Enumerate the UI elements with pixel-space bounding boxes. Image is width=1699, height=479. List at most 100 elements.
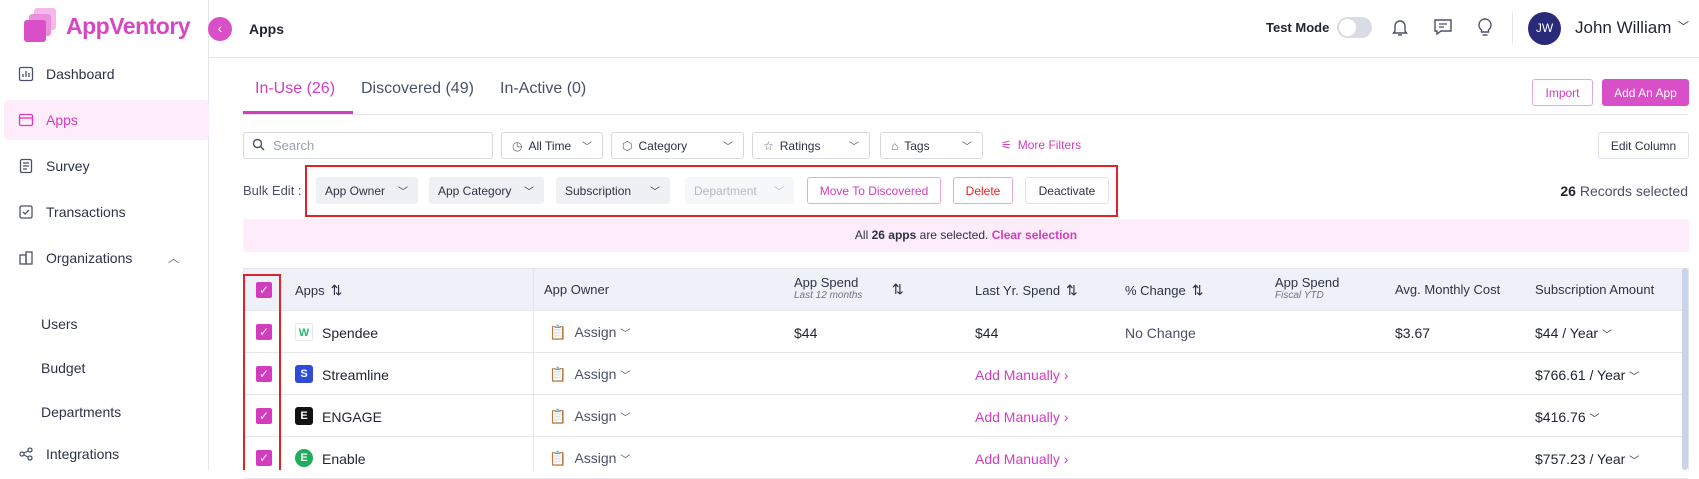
subscription-dropdown[interactable]: Subscription ﹀ — [556, 177, 670, 204]
col-avg: Avg. Monthly Cost — [1395, 282, 1501, 297]
subscription-value: $416.76 — [1535, 409, 1586, 425]
sidebar-item-apps[interactable]: Apps — [4, 100, 209, 140]
test-mode-label: Test Mode — [1266, 20, 1330, 35]
sort-icon[interactable]: ⇅ — [1066, 282, 1078, 298]
sort-icon[interactable]: ⇅ — [892, 281, 904, 298]
subscription-value: $757.23 / Year — [1535, 451, 1626, 467]
sidebar-subitem-departments[interactable]: Departments — [41, 404, 121, 420]
sidebar-item-dashboard[interactable]: Dashboard — [4, 54, 209, 94]
deactivate-button[interactable]: Deactivate — [1025, 177, 1109, 204]
app-category-dropdown[interactable]: App Category ﹀ — [429, 177, 544, 204]
col-last-yr[interactable]: Last Yr. Spend ⇅ — [975, 282, 1078, 299]
assign-owner[interactable]: 📋 Assign ﹀ — [549, 366, 630, 383]
move-to-discovered-button[interactable]: Move To Discovered — [807, 177, 941, 204]
table-row[interactable]: ✓ S Streamline 📋 Assign ﹀ Add Manually › … — [244, 353, 1688, 395]
sidebar-item-integrations[interactable]: Integrations — [4, 434, 209, 474]
col-sub-amount: Subscription Amount — [1535, 282, 1655, 297]
tab-discovered[interactable]: Discovered (49) — [361, 80, 474, 98]
sidebar-item-organizations[interactable]: Organizations ︿ — [4, 238, 209, 278]
sidebar-item-label: Apps — [46, 112, 78, 128]
col-change[interactable]: % Change ⇅ — [1125, 282, 1203, 299]
assign-owner[interactable]: 📋 Assign ﹀ — [549, 450, 630, 467]
add-manually-label: Add Manually — [975, 451, 1060, 467]
sort-icon[interactable]: ⇅ — [331, 282, 343, 298]
chevron-down-icon: ﹀ — [620, 413, 631, 424]
table-row[interactable]: ✓ W Spendee 📋 Assign ﹀ $44 $44 No Change … — [244, 311, 1688, 353]
assign-owner[interactable]: 📋 Assign ﹀ — [549, 324, 630, 341]
chevron-down-icon: ﹀ — [620, 371, 631, 382]
search-input[interactable]: Search — [243, 132, 493, 159]
sidebar-subitem-budget[interactable]: Budget — [41, 360, 85, 376]
share-icon — [16, 444, 36, 464]
sidebar-item-label: Organizations — [46, 250, 133, 266]
chevron-up-icon[interactable]: ︿ — [168, 250, 179, 266]
engage-logo: E — [295, 407, 313, 425]
enable-logo: E — [295, 449, 313, 467]
app-name[interactable]: Spendee — [322, 325, 378, 341]
add-manually-link[interactable]: Add Manually › — [975, 367, 1068, 383]
chevron-down-icon: ﹀ — [620, 455, 631, 466]
app-name[interactable]: ENGAGE — [322, 409, 382, 425]
tags-filter[interactable]: ⌂ Tags ﹀ — [880, 132, 983, 159]
category-filter[interactable]: ⬡ Category ﹀ — [611, 132, 744, 159]
tab-in-use[interactable]: In-Use (26) — [255, 80, 335, 98]
table-row[interactable]: ✓ E ENGAGE 📋 Assign ﹀ Add Manually › $416… — [244, 395, 1688, 437]
clock-icon: ◷ — [512, 138, 523, 153]
sidebar: AppVentory Dashboard Apps Survey Transac… — [0, 0, 209, 470]
col-owner: App Owner — [544, 282, 610, 297]
col-apps[interactable]: Apps ⇅ — [295, 282, 342, 299]
chevron-down-icon: ﹀ — [1629, 456, 1640, 467]
subscription-amount[interactable]: $416.76 ﹀ — [1535, 409, 1600, 425]
chevron-down-icon: ﹀ — [398, 187, 408, 198]
user-name[interactable]: John William — [1575, 18, 1671, 38]
bulk-edit-label: Bulk Edit : — [243, 183, 302, 198]
highlight-box-checkboxes — [243, 274, 281, 470]
ratings-filter[interactable]: ☆ Ratings ﹀ — [752, 132, 870, 159]
dropdown-label: Subscription — [565, 183, 632, 198]
sidebar-item-survey[interactable]: Survey — [4, 146, 209, 186]
import-button[interactable]: Import — [1532, 79, 1593, 106]
assign-label: Assign — [574, 366, 617, 382]
avatar[interactable]: JW — [1528, 12, 1561, 45]
subscription-amount[interactable]: $766.61 / Year ﹀ — [1535, 367, 1639, 383]
logo[interactable]: AppVentory — [24, 8, 191, 44]
table-row[interactable]: ✓ E Enable 📋 Assign ﹀ Add Manually › $757… — [244, 437, 1688, 479]
chat-icon[interactable] — [1432, 16, 1454, 38]
apps-table: ✓ Apps ⇅ App Owner App Spend ⇅ Last 12 mont… — [243, 268, 1689, 479]
lightbulb-icon[interactable] — [1474, 16, 1496, 38]
chevron-right-icon: › — [1063, 451, 1069, 467]
more-filters-label: More Filters — [1017, 138, 1082, 152]
test-mode-toggle[interactable] — [1337, 17, 1372, 38]
time-filter[interactable]: ◷ All Time ﹀ — [501, 132, 603, 159]
clear-selection-link[interactable]: Clear selection — [992, 228, 1077, 242]
add-manually-link[interactable]: Add Manually › — [975, 451, 1068, 467]
collapse-sidebar-button[interactable]: ‹ — [208, 17, 232, 41]
sidebar-item-transactions[interactable]: Transactions — [4, 192, 209, 232]
edit-column-button[interactable]: Edit Column — [1598, 132, 1689, 159]
chevron-down-icon[interactable]: ﹀ — [1678, 18, 1689, 34]
search-icon — [252, 138, 265, 154]
more-filters-button[interactable]: ⚟ More Filters — [1001, 138, 1081, 152]
records-text: Records selected — [1579, 183, 1688, 199]
tab-in-active[interactable]: In-Active (0) — [500, 80, 586, 98]
col-spend-fy-sub: Fiscal YTD — [1275, 290, 1324, 301]
banner-pre: All — [854, 228, 869, 242]
subscription-amount[interactable]: $44 / Year ﹀ — [1535, 325, 1612, 341]
app-name[interactable]: Streamline — [322, 367, 389, 383]
assign-owner[interactable]: 📋 Assign ﹀ — [549, 408, 630, 425]
building-icon — [16, 248, 36, 268]
clipboard-icon: 📋 — [549, 408, 567, 424]
app-owner-dropdown[interactable]: App Owner ﹀ — [316, 177, 418, 204]
tag-icon: ⌂ — [891, 138, 899, 153]
table-scrollbar[interactable] — [1682, 268, 1688, 470]
topbar: Apps Test Mode JW John William ﹀ — [209, 0, 1699, 58]
add-app-button[interactable]: Add An App — [1602, 79, 1689, 106]
bell-icon[interactable] — [1389, 16, 1411, 38]
add-manually-link[interactable]: Add Manually › — [975, 409, 1068, 425]
sort-icon[interactable]: ⇅ — [1192, 282, 1204, 298]
app-name[interactable]: Enable — [322, 451, 366, 467]
delete-button[interactable]: Delete — [953, 177, 1013, 204]
subscription-amount[interactable]: $757.23 / Year ﹀ — [1535, 451, 1639, 467]
sidebar-subitem-users[interactable]: Users — [41, 316, 78, 332]
col-spend[interactable]: App Spend ⇅ Last 12 months — [794, 275, 904, 301]
